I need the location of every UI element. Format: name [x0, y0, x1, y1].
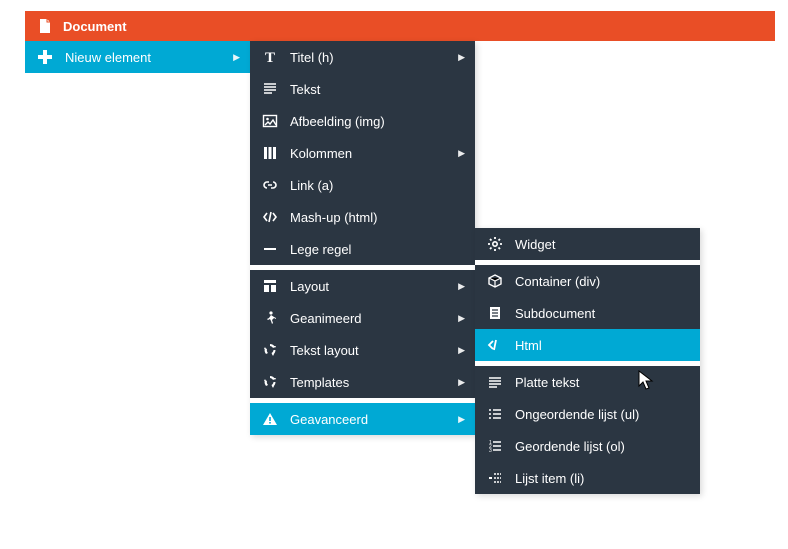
menu-item-tekst-layout[interactable]: Tekst layout ▶ — [250, 334, 475, 366]
menu-item-label: Geavanceerd — [290, 412, 368, 427]
chevron-right-icon: ▶ — [458, 414, 465, 425]
codeclose-icon — [485, 337, 505, 353]
document-bar[interactable]: Document — [25, 11, 775, 41]
nieuw-element-item[interactable]: Nieuw element ▶ — [25, 41, 250, 73]
ul-icon — [485, 406, 505, 422]
menu-item-label: Titel (h) — [290, 50, 334, 65]
menu-item-label: Subdocument — [515, 306, 595, 321]
menu-item-label: Container (div) — [515, 274, 600, 289]
chevron-right-icon: ▶ — [458, 281, 465, 292]
walk-icon — [260, 310, 280, 326]
menu-item-titel-h[interactable]: Titel (h) ▶ — [250, 41, 475, 73]
menu-item-label: Platte tekst — [515, 375, 579, 390]
document-icon — [35, 18, 55, 34]
menu-item-label: Ongeordende lijst (ul) — [515, 407, 639, 422]
menu-level3: Widget Container (div) Subdocument Html Plat… — [475, 228, 700, 494]
menu-item-container-div[interactable]: Container (div) — [475, 265, 700, 297]
menu-item-lijst-item-li[interactable]: Lijst item (li) — [475, 462, 700, 494]
menu-item-kolommen[interactable]: Kolommen ▶ — [250, 137, 475, 169]
menu-item-label: Kolommen — [290, 146, 352, 161]
tekst-icon — [260, 81, 280, 97]
menu-item-subdocument[interactable]: Subdocument — [475, 297, 700, 329]
menu-item-layout[interactable]: Layout ▶ — [250, 270, 475, 302]
menu-item-label: Link (a) — [290, 178, 333, 193]
chevron-right-icon: ▶ — [458, 377, 465, 388]
menu-item-geordende-lijst-ol[interactable]: Geordende lijst (ol) — [475, 430, 700, 462]
menu-item-label: Tekst — [290, 82, 320, 97]
recycle-icon — [260, 374, 280, 390]
menu-item-lege-regel[interactable]: Lege regel — [250, 233, 475, 265]
chevron-right-icon: ▶ — [458, 313, 465, 324]
image-icon — [260, 113, 280, 129]
menu-item-label: Widget — [515, 237, 555, 252]
nieuw-element-label: Nieuw element — [65, 50, 151, 65]
chevron-right-icon: ▶ — [458, 148, 465, 159]
menu-item-geanimeerd[interactable]: Geanimeerd ▶ — [250, 302, 475, 334]
doc-icon — [485, 305, 505, 321]
minus-icon — [260, 241, 280, 257]
recycle-icon — [260, 342, 280, 358]
menu-item-label: Html — [515, 338, 542, 353]
li-icon — [485, 470, 505, 486]
code-icon — [260, 209, 280, 225]
box-icon — [485, 273, 505, 289]
chevron-right-icon: ▶ — [458, 345, 465, 356]
menu-item-label: Lege regel — [290, 242, 351, 257]
layout-icon — [260, 278, 280, 294]
chevron-right-icon: ▶ — [458, 52, 465, 63]
menu-item-html[interactable]: Html — [475, 329, 700, 361]
menu-item-mash-up-html[interactable]: Mash-up (html) — [250, 201, 475, 233]
menu-item-tekst[interactable]: Tekst — [250, 73, 475, 105]
menu-item-geavanceerd[interactable]: Geavanceerd ▶ — [250, 403, 475, 435]
document-label: Document — [63, 19, 127, 34]
chevron-right-icon: ▶ — [233, 52, 240, 63]
menu-level1: Nieuw element ▶ — [25, 41, 250, 73]
plus-icon — [35, 49, 55, 65]
menu-item-label: Layout — [290, 279, 329, 294]
menu-item-templates[interactable]: Templates ▶ — [250, 366, 475, 398]
menu-item-label: Tekst layout — [290, 343, 359, 358]
menu-item-label: Templates — [290, 375, 349, 390]
titel-icon — [260, 49, 280, 65]
menu-item-widget[interactable]: Widget — [475, 228, 700, 260]
ol-icon — [485, 438, 505, 454]
menu-item-label: Lijst item (li) — [515, 471, 584, 486]
menu-item-label: Afbeelding (img) — [290, 114, 385, 129]
link-icon — [260, 177, 280, 193]
columns-icon — [260, 145, 280, 161]
menu-item-label: Geordende lijst (ol) — [515, 439, 625, 454]
menu-item-link-a[interactable]: Link (a) — [250, 169, 475, 201]
menu-item-afbeelding-img[interactable]: Afbeelding (img) — [250, 105, 475, 137]
menu-item-ongeordende-lijst-ul[interactable]: Ongeordende lijst (ul) — [475, 398, 700, 430]
menu-item-platte-tekst[interactable]: Platte tekst — [475, 366, 700, 398]
gear-icon — [485, 236, 505, 252]
menu-item-label: Mash-up (html) — [290, 210, 377, 225]
menu-level2: Titel (h) ▶ Tekst Afbeelding (img) Kolommen ▶… — [250, 41, 475, 435]
warn-icon — [260, 411, 280, 427]
menu-item-label: Geanimeerd — [290, 311, 362, 326]
lines-icon — [485, 374, 505, 390]
